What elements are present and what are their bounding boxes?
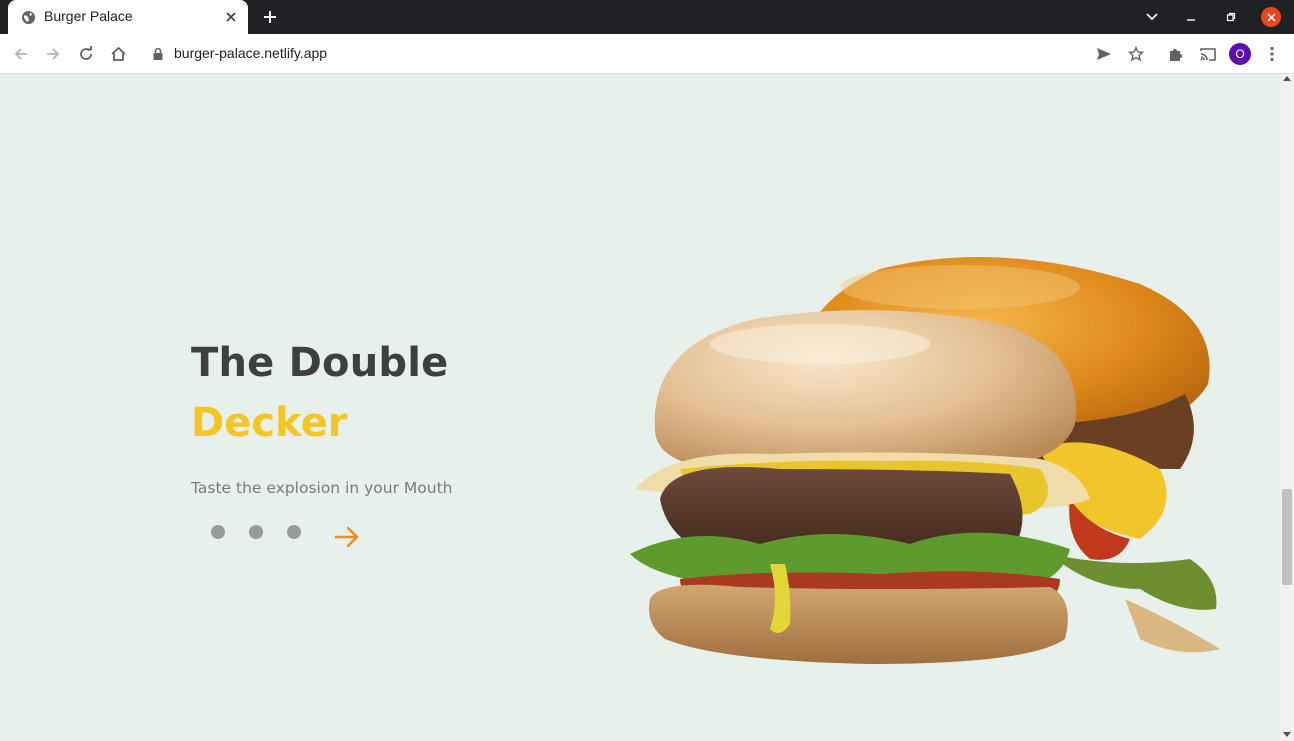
- scroll-up-icon[interactable]: [1283, 76, 1291, 81]
- slide-dot-1[interactable]: [211, 525, 225, 539]
- chevron-down-icon: [1146, 13, 1158, 21]
- scroll-thumb[interactable]: [1282, 489, 1292, 585]
- home-button[interactable]: [106, 42, 130, 66]
- window-close-button[interactable]: [1261, 7, 1281, 27]
- plus-icon: [264, 11, 276, 23]
- profile-avatar[interactable]: O: [1229, 43, 1251, 65]
- hero-subtitle: Taste the explosion in your Mouth: [191, 479, 453, 497]
- more-vert-icon: [1270, 46, 1274, 62]
- next-arrow-icon[interactable]: [333, 523, 361, 551]
- arrow-right-icon: [47, 48, 60, 60]
- tab-strip: Burger Palace: [0, 0, 1294, 34]
- hero-section: The Double Decker Taste the explosion in…: [0, 74, 1280, 741]
- close-icon: [1266, 12, 1276, 22]
- vertical-scrollbar[interactable]: [1280, 74, 1294, 741]
- bookmark-button[interactable]: [1124, 42, 1148, 66]
- browser-toolbar: burger-palace.netlify.app O: [0, 34, 1294, 74]
- minimize-button[interactable]: [1179, 6, 1203, 28]
- url-text: burger-palace.netlify.app: [174, 45, 328, 61]
- minimize-icon: [1187, 19, 1195, 21]
- send-icon: [1097, 48, 1111, 60]
- forward-button[interactable]: [41, 42, 65, 66]
- arrow-left-icon: [14, 48, 27, 60]
- burger-image: [630, 257, 1220, 664]
- slide-dot-2[interactable]: [249, 525, 263, 539]
- star-icon: [1128, 46, 1144, 62]
- tab-search-button[interactable]: [1140, 6, 1164, 28]
- tab-close-icon[interactable]: [223, 9, 239, 25]
- hero-title-highlight: Decker: [191, 400, 348, 446]
- hero-title: The Double: [191, 340, 449, 386]
- puzzle-icon: [1170, 49, 1182, 61]
- new-tab-button[interactable]: [258, 6, 282, 28]
- slide-dot-3[interactable]: [287, 525, 301, 539]
- reload-icon: [80, 46, 92, 60]
- address-bar[interactable]: burger-palace.netlify.app: [142, 38, 1154, 70]
- tab-title: Burger Palace: [44, 8, 133, 24]
- reload-button[interactable]: [74, 42, 98, 66]
- back-button[interactable]: [9, 42, 33, 66]
- cast-icon: [1200, 47, 1216, 61]
- lock-icon: [153, 47, 163, 60]
- send-button[interactable]: [1092, 42, 1116, 66]
- menu-button[interactable]: [1260, 42, 1284, 66]
- scroll-down-icon[interactable]: [1283, 732, 1291, 737]
- home-icon: [110, 46, 126, 61]
- globe-icon: [21, 10, 36, 25]
- cast-button[interactable]: [1196, 42, 1220, 66]
- restore-button[interactable]: [1219, 6, 1243, 28]
- extensions-button[interactable]: [1164, 42, 1188, 66]
- restore-icon: [1226, 12, 1236, 22]
- browser-tab[interactable]: Burger Palace: [8, 0, 248, 34]
